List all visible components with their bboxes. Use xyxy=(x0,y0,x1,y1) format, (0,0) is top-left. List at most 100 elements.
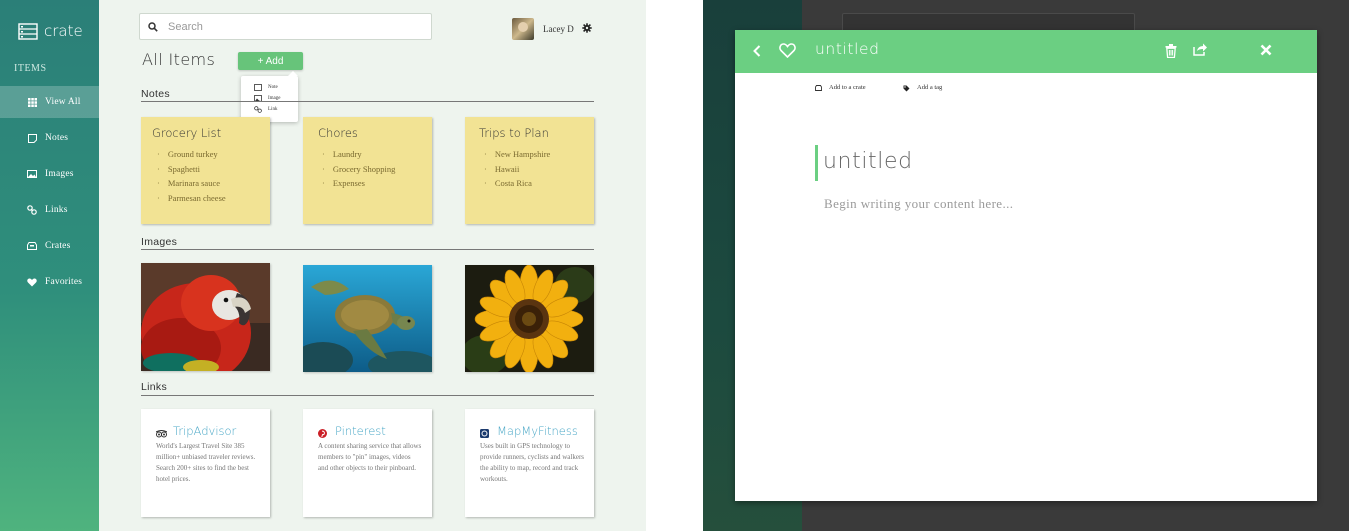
note-editor-modal: untitled Add to a crate Add a tag untitl… xyxy=(735,30,1317,501)
note-list: Laundry Grocery Shopping Expenses xyxy=(322,147,396,191)
section-heading-notes: Notes xyxy=(141,88,170,100)
search-icon xyxy=(148,17,158,36)
note-icon xyxy=(254,84,262,91)
sidebar-item-label: Images xyxy=(45,169,74,179)
sidebar-item-label: Favorites xyxy=(45,277,83,287)
close-icon[interactable] xyxy=(1259,43,1273,57)
link-card[interactable]: TripAdvisor World's Largest Travel Site … xyxy=(141,409,270,517)
image-card-parrot[interactable] xyxy=(141,263,270,371)
app-screen: crate ITEMS View All Notes Images Links xyxy=(0,0,646,531)
link-title[interactable]: TripAdvisor xyxy=(155,424,237,438)
add-menu-item-link[interactable]: Link xyxy=(254,104,298,115)
section-divider xyxy=(141,249,594,250)
brand-name: crate xyxy=(44,22,83,40)
link-title-text: TripAdvisor xyxy=(173,424,237,438)
sidebar-item-favorites[interactable]: Favorites xyxy=(0,266,99,298)
note-list-item: Expenses xyxy=(322,176,395,191)
user-name[interactable]: Lacey D xyxy=(543,24,574,34)
turtle-image xyxy=(303,265,432,372)
link-description: World's Largest Travel Site 385 million+… xyxy=(156,442,256,483)
pinterest-icon xyxy=(318,427,327,438)
link-card[interactable]: Pinterest A content sharing service that… xyxy=(303,409,432,517)
link-card[interactable]: MapMyFitness Uses built in GPS technolog… xyxy=(465,409,594,517)
sidebar-item-links[interactable]: Links xyxy=(0,194,99,226)
note-list-item: Hawaii xyxy=(484,162,550,177)
note-list-item: Marinara sauce xyxy=(157,176,226,191)
avatar[interactable] xyxy=(512,18,534,40)
link-description: A content sharing service that allows me… xyxy=(318,442,422,472)
section-heading-images: Images xyxy=(141,236,178,248)
note-list-item: New Hampshire xyxy=(484,147,550,162)
section-divider xyxy=(141,101,594,102)
link-title-text: MapMyFitness xyxy=(497,424,578,438)
note-icon xyxy=(27,133,37,143)
section-heading-links: Links xyxy=(141,381,168,393)
crate-logo-icon xyxy=(18,22,38,40)
add-menu-label: Link xyxy=(268,107,278,112)
link-description: Uses built in GPS technology to provide … xyxy=(480,442,584,483)
note-list-item: Laundry xyxy=(322,147,395,162)
note-list-item: Costa Rica xyxy=(484,176,550,191)
note-card[interactable]: Grocery List Ground turkey Spaghetti Mar… xyxy=(141,117,270,224)
link-title-text: Pinterest xyxy=(335,424,386,438)
note-list-item: Grocery Shopping xyxy=(322,162,396,177)
note-list: Ground turkey Spaghetti Marinara sauce P… xyxy=(157,147,226,205)
user-menu[interactable]: Lacey D xyxy=(512,18,592,40)
modal-title: untitled xyxy=(815,40,880,58)
add-tag-label: Add a tag xyxy=(917,84,943,91)
add-to-crate-button[interactable]: Add to a crate xyxy=(815,84,866,91)
editor-title-input[interactable]: untitled xyxy=(815,145,1215,181)
link-title[interactable]: MapMyFitness xyxy=(480,424,578,438)
mapmyfitness-icon xyxy=(480,427,489,438)
add-dropdown-menu: Note Image Link xyxy=(241,71,298,122)
sidebar-nav: View All Notes Images Links Crates Favor… xyxy=(0,86,99,302)
image-icon xyxy=(27,169,37,179)
sidebar-item-label: Notes xyxy=(45,133,69,143)
crate-icon xyxy=(27,241,37,251)
sidebar-item-crates[interactable]: Crates xyxy=(0,230,99,262)
image-card-turtle[interactable] xyxy=(303,265,432,372)
note-title: Trips to Plan xyxy=(479,126,549,140)
search-bar[interactable] xyxy=(139,13,432,40)
note-list-item: Ground turkey xyxy=(157,147,226,162)
link-title[interactable]: Pinterest xyxy=(318,424,386,438)
grid-icon xyxy=(27,97,37,107)
add-menu-item-note[interactable]: Note xyxy=(254,82,298,93)
add-to-crate-label: Add to a crate xyxy=(829,84,866,91)
share-icon[interactable] xyxy=(1192,41,1208,57)
note-list-item: Spaghetti xyxy=(157,162,226,177)
search-input[interactable] xyxy=(168,20,408,33)
note-list-item: Parmesan cheese xyxy=(157,191,226,206)
brand-logo[interactable]: crate xyxy=(18,22,83,40)
parrot-image xyxy=(141,263,270,371)
trash-icon[interactable] xyxy=(1164,43,1178,58)
sidebar: crate ITEMS View All Notes Images Links xyxy=(0,0,99,531)
image-card-sunflower[interactable] xyxy=(465,265,594,372)
owl-icon xyxy=(155,427,168,437)
note-card[interactable]: Trips to Plan New Hampshire Hawaii Costa… xyxy=(465,117,594,224)
note-title: Grocery List xyxy=(152,126,222,140)
screen-gap xyxy=(646,0,703,531)
section-divider xyxy=(141,395,594,396)
editor-body-input[interactable]: Begin writing your content here... xyxy=(824,196,1013,212)
add-button[interactable]: + Add xyxy=(238,52,303,70)
add-menu-item-image[interactable]: Image xyxy=(254,93,298,104)
add-tag-button[interactable]: Add a tag xyxy=(903,84,942,91)
favorite-heart-icon[interactable] xyxy=(778,42,796,59)
sunflower-image xyxy=(465,265,594,372)
note-title: Chores xyxy=(318,126,358,140)
note-list: New Hampshire Hawaii Costa Rica xyxy=(484,147,550,191)
back-icon[interactable] xyxy=(751,43,763,59)
page-title: All Items xyxy=(142,50,216,69)
sidebar-item-images[interactable]: Images xyxy=(0,158,99,190)
crate-icon xyxy=(815,84,822,91)
sidebar-item-notes[interactable]: Notes xyxy=(0,122,99,154)
sidebar-item-view-all[interactable]: View All xyxy=(0,86,99,118)
gear-icon[interactable] xyxy=(582,22,592,36)
heart-icon xyxy=(27,277,37,287)
modal-header: untitled xyxy=(735,30,1317,73)
sidebar-item-label: View All xyxy=(45,97,81,107)
link-icon xyxy=(254,106,262,113)
note-card[interactable]: Chores Laundry Grocery Shopping Expenses xyxy=(303,117,432,224)
add-menu-label: Note xyxy=(268,85,278,90)
